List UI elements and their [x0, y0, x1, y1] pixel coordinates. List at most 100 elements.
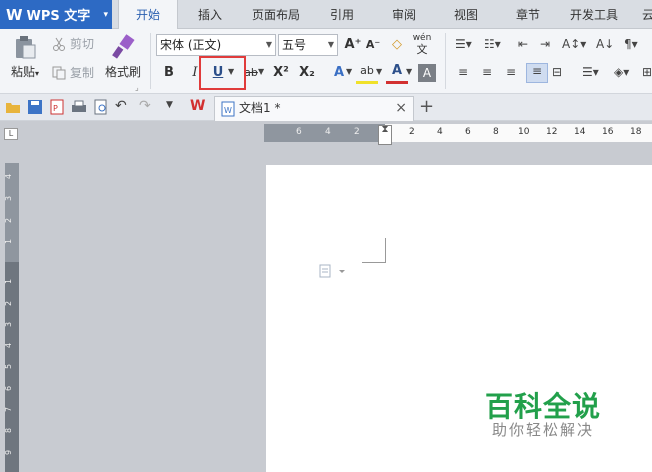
char-shade-button[interactable]: A [418, 64, 436, 82]
ruler-number: 1 [4, 278, 14, 285]
svg-text:W: W [224, 106, 232, 115]
format-painter-label: 格式刷 [104, 65, 141, 79]
separator [150, 33, 151, 89]
clear-format-icon[interactable]: ◇ [386, 34, 408, 56]
font-color-button[interactable]: A [386, 62, 408, 84]
paste-button[interactable]: 粘贴▾ [6, 34, 44, 80]
chevron-down-icon[interactable]: ▼ [346, 67, 352, 76]
ruler-number: 18 [630, 127, 642, 137]
tab-references[interactable]: 引用 [318, 0, 366, 29]
ruler-number: 2 [4, 300, 14, 307]
grow-font-button[interactable]: A⁺ [342, 34, 364, 56]
ruler-number: 12 [546, 127, 558, 137]
tab-home[interactable]: 开始 [118, 0, 178, 30]
tab-insert[interactable]: 插入 [186, 0, 234, 29]
dialog-launcher-icon[interactable]: ⌟ [135, 83, 139, 92]
chevron-down-icon[interactable]: ▼ [406, 67, 412, 76]
align-left-icon[interactable]: ≡ [458, 65, 468, 79]
distributed-align-icon[interactable]: ⊟ [552, 65, 562, 79]
ruler-number: 3 [4, 195, 14, 202]
tab-stop-selector[interactable]: L [4, 128, 18, 140]
chevron-down-icon: ▼ [327, 40, 334, 49]
undo-icon[interactable]: ↶ [115, 98, 127, 114]
chevron-down-icon: ▾ [35, 69, 40, 78]
increase-indent-icon[interactable]: ⇥ [540, 37, 550, 51]
separator [445, 33, 446, 89]
paint-bucket-icon[interactable]: ◈▾ [614, 65, 629, 79]
highlight-button[interactable]: ab [356, 62, 378, 84]
clipboard-icon [16, 36, 36, 59]
tab-review[interactable]: 审阅 [380, 0, 428, 29]
shrink-font-button[interactable]: A⁻ [362, 34, 384, 56]
superscript-button[interactable]: X² [270, 62, 292, 84]
decrease-indent-icon[interactable]: ⇤ [518, 37, 528, 51]
wps-home-icon[interactable]: W [190, 98, 205, 114]
ruler-number: 8 [493, 127, 499, 137]
align-justify-icon[interactable]: ≡ [526, 63, 548, 83]
font-name-select[interactable]: 宋体 (正文) ▼ [156, 34, 276, 56]
ruler-number: 4 [4, 342, 14, 349]
print-preview-icon[interactable] [93, 99, 109, 115]
paragraph-handle-icon[interactable] [319, 264, 347, 278]
ribbon: 粘贴▾ 剪切 复制 格式刷 ⌟ 宋体 (正文) ▼ 五号 ▼ A⁺ A⁻ ◇ w… [0, 29, 652, 94]
app-menu-button[interactable]: W WPS 文字 ▾ [0, 0, 112, 29]
paste-label: 粘贴 [10, 65, 35, 79]
new-tab-button[interactable]: + [419, 94, 434, 120]
chevron-down-icon[interactable]: ▼ [376, 67, 382, 76]
ruler-number: 9 [4, 449, 14, 456]
bold-button[interactable]: B [158, 62, 180, 84]
phonetic-guide-button[interactable]: wén 文 [411, 32, 433, 56]
chinese-layout-icon[interactable]: A↕▾ [562, 37, 586, 51]
ruler-number: 4 [325, 127, 331, 137]
align-center-icon[interactable]: ≡ [482, 65, 492, 79]
customize-qa-icon[interactable]: ▼ [166, 100, 173, 110]
redo-icon[interactable]: ↷ [139, 98, 151, 114]
tab-developer[interactable]: 开发工具 [564, 0, 624, 29]
tab-section[interactable]: 章节 [504, 0, 552, 29]
ruler-number: 2 [354, 127, 360, 137]
line-spacing-icon[interactable]: ☰▾ [582, 65, 599, 79]
app-name: WPS 文字 [26, 9, 91, 24]
document-icon: W [221, 101, 235, 117]
close-icon[interactable]: × [395, 97, 407, 120]
copy-button[interactable]: 复制 [52, 64, 94, 81]
font-size-select[interactable]: 五号 ▼ [278, 34, 338, 56]
chevron-down-icon[interactable]: ▼ [258, 67, 264, 76]
ruler-number: 2 [409, 127, 415, 137]
borders-icon[interactable]: ⊞ [642, 65, 652, 79]
svg-text:P: P [53, 104, 58, 113]
phonetic-guide-label: wén [412, 33, 432, 43]
chevron-down-icon: ▾ [103, 10, 108, 20]
cut-label: 剪切 [70, 37, 95, 51]
ruler-number: 16 [602, 127, 614, 137]
show-marks-icon[interactable]: ¶▾ [624, 37, 638, 51]
export-pdf-icon[interactable]: P [49, 99, 65, 115]
numbered-list-icon[interactable]: ☷▾ [484, 37, 501, 51]
margin-corner-mark [362, 238, 386, 263]
tab-view[interactable]: 视图 [442, 0, 490, 29]
bullet-list-icon[interactable]: ☰▾ [455, 37, 472, 51]
ruler-number: 8 [4, 427, 14, 434]
copy-icon [52, 66, 66, 79]
open-folder-icon[interactable] [5, 99, 21, 115]
ruler-number: 14 [574, 127, 586, 137]
ruler-number: 6 [465, 127, 471, 137]
tab-page-layout[interactable]: 页面布局 [244, 0, 308, 29]
document-tab[interactable]: W 文档1 * × [214, 96, 414, 121]
ruler-number: 10 [518, 127, 530, 137]
indent-marker-icon[interactable]: ⧗ [378, 125, 392, 145]
align-right-icon[interactable]: ≡ [506, 65, 516, 79]
menu-bar: W WPS 文字 ▾ 开始 插入 页面布局 引用 审阅 视图 章节 开发工具 云 [0, 0, 652, 30]
subscript-button[interactable]: X₂ [296, 62, 318, 84]
ruler-number: 4 [4, 173, 14, 180]
sort-icon[interactable]: A↓ [596, 37, 614, 51]
tab-cloud[interactable]: 云 [638, 0, 652, 29]
print-icon[interactable] [71, 99, 87, 115]
brush-icon [112, 34, 135, 59]
format-painter-button[interactable]: 格式刷 [103, 34, 143, 80]
cut-button[interactable]: 剪切 [52, 35, 94, 52]
document-page[interactable] [266, 165, 652, 472]
ruler-number: 4 [437, 127, 443, 137]
save-icon[interactable] [27, 99, 43, 115]
wps-logo-icon: W [6, 5, 23, 24]
